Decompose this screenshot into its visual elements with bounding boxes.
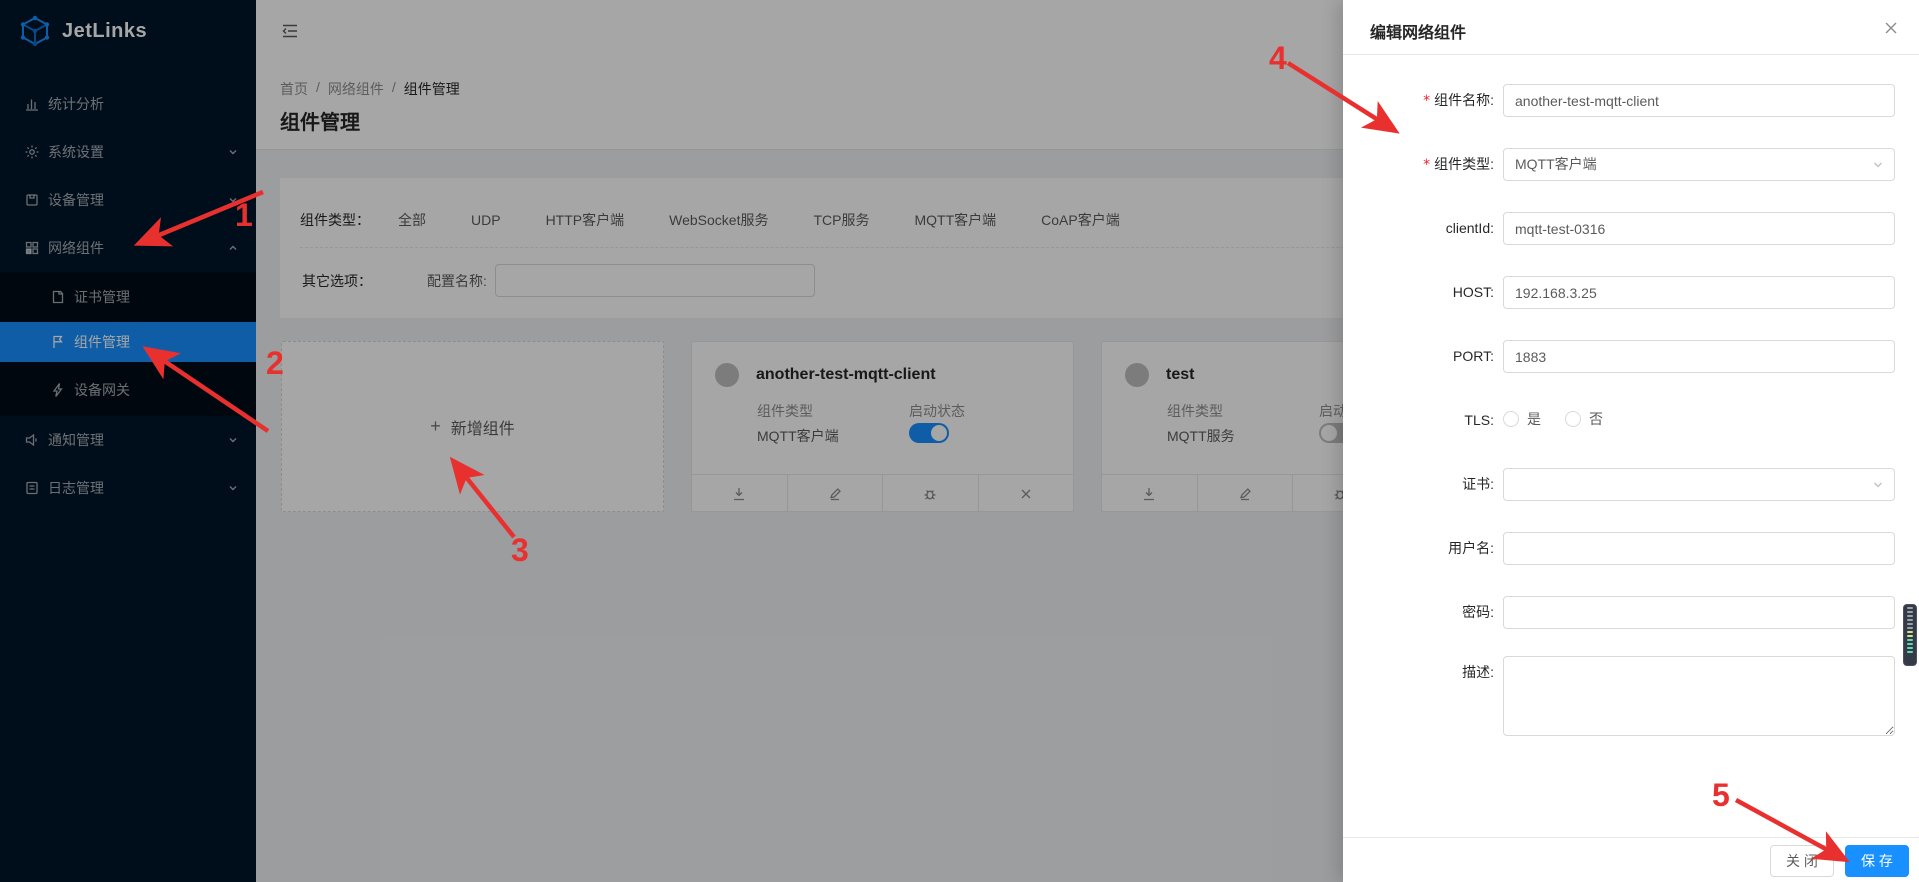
host-label: HOST: xyxy=(1343,276,1494,309)
description-textarea[interactable] xyxy=(1503,656,1895,736)
password-label: 密码: xyxy=(1343,596,1494,629)
required-mark: * xyxy=(1423,157,1430,173)
username-label: 用户名: xyxy=(1343,532,1494,565)
tls-no-radio[interactable] xyxy=(1565,411,1581,427)
screen: JetLinks 统计分析 系统设置 设备管理 网络组件 证书管理 xyxy=(0,0,1919,882)
form-row-password: 密码: xyxy=(1343,596,1919,629)
close-icon[interactable] xyxy=(1883,20,1899,36)
tls-yes-radio[interactable] xyxy=(1503,411,1519,427)
close-button[interactable]: 关 闭 xyxy=(1770,845,1834,877)
tls-label: TLS: xyxy=(1343,404,1494,437)
clientid-label: clientId: xyxy=(1343,212,1494,245)
host-input[interactable] xyxy=(1503,276,1895,309)
name-label: 组件名称: xyxy=(1434,92,1494,108)
form-row-port: PORT: xyxy=(1343,340,1919,373)
chevron-down-icon xyxy=(1873,160,1883,170)
drawer-header: 编辑网络组件 xyxy=(1343,0,1919,55)
required-mark: * xyxy=(1423,93,1430,109)
description-label: 描述: xyxy=(1343,656,1494,689)
tls-yes-label: 是 xyxy=(1527,409,1541,429)
password-input[interactable] xyxy=(1503,596,1895,629)
save-button[interactable]: 保 存 xyxy=(1845,845,1909,877)
component-type-select-value: MQTT客户端 xyxy=(1515,156,1597,172)
component-type-select[interactable]: MQTT客户端 xyxy=(1503,148,1895,181)
drawer-mask[interactable] xyxy=(0,0,1343,882)
type-label: 组件类型: xyxy=(1434,156,1494,172)
clientid-input[interactable] xyxy=(1503,212,1895,245)
tls-radio-group: 是 否 xyxy=(1503,409,1627,429)
chevron-down-icon xyxy=(1873,480,1883,490)
form-row-tls: TLS: 是 否 xyxy=(1343,404,1919,437)
tls-no-label: 否 xyxy=(1589,409,1603,429)
form-row-description: 描述: xyxy=(1343,656,1919,736)
edit-component-drawer: 编辑网络组件 *组件名称: *组件类型: MQTT客户端 clientId: H… xyxy=(1343,0,1919,882)
form-row-host: HOST: xyxy=(1343,276,1919,309)
form-row-type: *组件类型: MQTT客户端 xyxy=(1343,148,1919,181)
drawer-title: 编辑网络组件 xyxy=(1370,19,1466,43)
component-name-input[interactable] xyxy=(1503,84,1895,117)
form-row-name: *组件名称: xyxy=(1343,84,1919,117)
form-row-username: 用户名: xyxy=(1343,532,1919,565)
certificate-select[interactable] xyxy=(1503,468,1895,501)
browser-extension-widget[interactable] xyxy=(1903,604,1917,666)
username-input[interactable] xyxy=(1503,532,1895,565)
form-row-certificate: 证书: xyxy=(1343,468,1919,501)
form-row-clientid: clientId: xyxy=(1343,212,1919,245)
certificate-label: 证书: xyxy=(1343,468,1494,501)
port-input[interactable] xyxy=(1503,340,1895,373)
drawer-footer: 关 闭 保 存 xyxy=(1343,837,1919,882)
port-label: PORT: xyxy=(1343,340,1494,373)
